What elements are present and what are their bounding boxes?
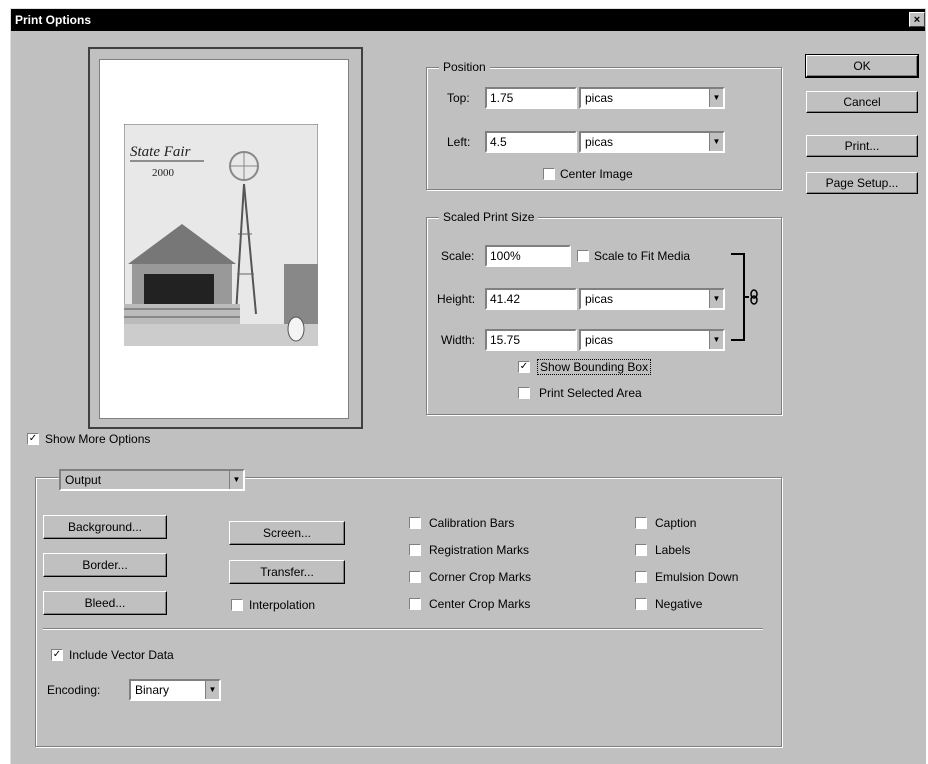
- top-input[interactable]: 1.75: [485, 87, 577, 109]
- print-selected-area-checkbox[interactable]: [518, 387, 530, 399]
- labels-checkbox[interactable]: [635, 544, 647, 556]
- print-selected-area-label: Print Selected Area: [539, 386, 642, 400]
- encoding-label: Encoding:: [47, 683, 101, 697]
- width-input[interactable]: 15.75: [485, 329, 577, 351]
- chevron-down-icon[interactable]: ▼: [709, 331, 723, 349]
- calibration-bars-checkbox[interactable]: [409, 517, 421, 529]
- center-crop-marks-label: Center Crop Marks: [429, 597, 531, 611]
- corner-crop-marks-checkbox[interactable]: [409, 571, 421, 583]
- width-unit-select[interactable]: picas ▼: [579, 329, 725, 351]
- corner-crop-marks-label: Corner Crop Marks: [429, 570, 532, 584]
- left-unit-select[interactable]: picas ▼: [579, 131, 725, 153]
- chevron-down-icon[interactable]: ▼: [709, 290, 723, 308]
- width-label: Width:: [441, 333, 476, 347]
- preview-title-text: State Fair: [130, 144, 191, 160]
- registration-marks-checkbox[interactable]: [409, 544, 421, 556]
- scale-label: Scale:: [441, 249, 475, 263]
- center-image-label: Center Image: [560, 167, 633, 181]
- show-more-options-label: Show More Options: [45, 432, 151, 446]
- preview-image[interactable]: State Fair 2000: [123, 123, 319, 347]
- encoding-value: Binary: [135, 683, 170, 697]
- window-title: Print Options: [15, 13, 91, 27]
- border-button[interactable]: Border...: [43, 553, 167, 577]
- show-bounding-box-label: Show Bounding Box: [537, 359, 652, 375]
- center-image-checkbox[interactable]: [543, 168, 555, 180]
- page-setup-button[interactable]: Page Setup...: [806, 172, 918, 194]
- chevron-down-icon[interactable]: ▼: [205, 681, 219, 699]
- bleed-button[interactable]: Bleed...: [43, 591, 167, 615]
- caption-label: Caption: [655, 516, 697, 530]
- transfer-button[interactable]: Transfer...: [229, 560, 345, 584]
- scale-to-fit-label: Scale to Fit Media: [594, 249, 691, 263]
- height-unit-select[interactable]: picas ▼: [579, 288, 725, 310]
- cancel-button[interactable]: Cancel: [806, 91, 918, 113]
- emulsion-down-label: Emulsion Down: [655, 570, 739, 584]
- chain-link-icon: [745, 289, 761, 305]
- width-unit-value: picas: [585, 333, 614, 347]
- center-crop-marks-checkbox[interactable]: [409, 598, 421, 610]
- close-icon[interactable]: ×: [909, 12, 925, 27]
- negative-checkbox[interactable]: [635, 598, 647, 610]
- negative-label: Negative: [655, 597, 703, 611]
- background-button[interactable]: Background...: [43, 515, 167, 539]
- caption-checkbox[interactable]: [635, 517, 647, 529]
- chevron-down-icon[interactable]: ▼: [709, 133, 723, 151]
- interpolation-label: Interpolation: [249, 598, 316, 612]
- height-label: Height:: [437, 292, 476, 306]
- show-bounding-box-checkbox[interactable]: ✓: [518, 361, 530, 373]
- interpolation-checkbox[interactable]: [231, 599, 243, 611]
- output-select[interactable]: Output ▼: [59, 469, 245, 491]
- encoding-select[interactable]: Binary ▼: [129, 679, 221, 701]
- top-label: Top:: [447, 91, 470, 105]
- output-divider: [43, 628, 763, 630]
- scale-input[interactable]: 100%: [485, 245, 571, 267]
- output-select-value: Output: [65, 473, 102, 487]
- calibration-bars-label: Calibration Bars: [429, 516, 515, 530]
- left-unit-value: picas: [585, 135, 614, 149]
- print-options-dialog: Print Options × State Fair 2000 OK Cance…: [10, 8, 926, 764]
- top-unit-select[interactable]: picas ▼: [579, 87, 725, 109]
- scaled-print-size-legend: Scaled Print Size: [439, 210, 539, 224]
- include-vector-data-label: Include Vector Data: [69, 648, 174, 662]
- title-bar: Print Options ×: [11, 9, 925, 31]
- registration-marks-label: Registration Marks: [429, 543, 530, 557]
- screen-button[interactable]: Screen...: [229, 521, 345, 545]
- scale-to-fit-checkbox[interactable]: [577, 250, 589, 262]
- print-button[interactable]: Print...: [806, 135, 918, 157]
- height-unit-value: picas: [585, 292, 614, 306]
- show-more-options-checkbox[interactable]: ✓: [27, 433, 39, 445]
- preview-year-text: 2000: [152, 167, 175, 179]
- top-unit-value: picas: [585, 91, 614, 105]
- position-legend: Position: [439, 60, 490, 74]
- chevron-down-icon[interactable]: ▼: [229, 471, 243, 489]
- include-vector-data-checkbox[interactable]: ✓: [51, 649, 63, 661]
- left-label: Left:: [447, 135, 471, 149]
- left-input[interactable]: 4.5: [485, 131, 577, 153]
- height-input[interactable]: 41.42: [485, 288, 577, 310]
- emulsion-down-checkbox[interactable]: [635, 571, 647, 583]
- labels-label: Labels: [655, 543, 691, 557]
- chevron-down-icon[interactable]: ▼: [709, 89, 723, 107]
- proportions-bracket: [731, 253, 745, 341]
- ok-button[interactable]: OK: [805, 54, 919, 78]
